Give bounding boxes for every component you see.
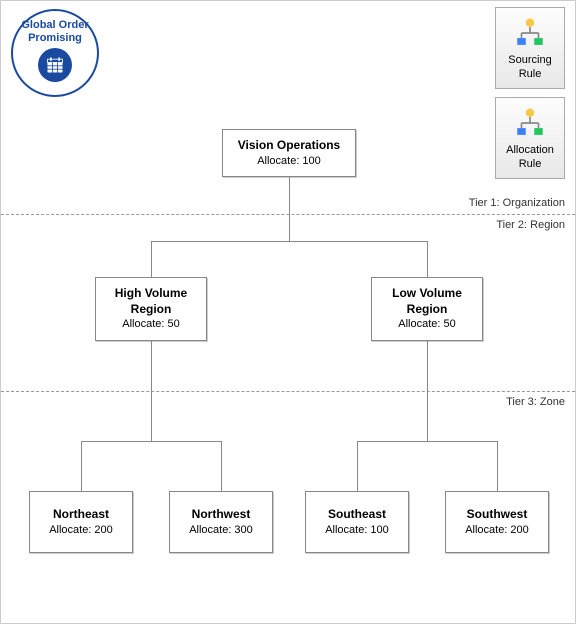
allocation-rule-button[interactable]: Allocation Rule — [495, 97, 565, 179]
node-northeast: Northeast Allocate: 200 — [29, 491, 133, 553]
connector — [151, 241, 427, 242]
sourcing-rule-button[interactable]: Sourcing Rule — [495, 7, 565, 89]
node-high-volume-region: High Volume Region Allocate: 50 — [95, 277, 207, 341]
connector — [427, 241, 428, 277]
connector — [151, 241, 152, 277]
connector — [427, 341, 428, 441]
node-northwest: Northwest Allocate: 300 — [169, 491, 273, 553]
tier-2-label: Tier 2: Region — [496, 219, 565, 231]
node-vision-operations: Vision Operations Allocate: 100 — [222, 129, 356, 177]
connector — [151, 341, 152, 441]
node-alloc: Allocate: 100 — [325, 523, 389, 537]
node-southwest: Southwest Allocate: 200 — [445, 491, 549, 553]
node-low-volume-region: Low Volume Region Allocate: 50 — [371, 277, 483, 341]
node-alloc: Allocate: 200 — [465, 523, 529, 537]
node-alloc: Allocate: 50 — [398, 317, 455, 331]
calendar-icon — [38, 48, 72, 82]
connector — [497, 441, 498, 491]
node-alloc: Allocate: 200 — [49, 523, 113, 537]
tier-3-label: Tier 3: Zone — [506, 396, 565, 408]
tier-1-label: Tier 1: Organization — [469, 197, 565, 209]
global-order-promising-badge: Global Order Promising — [11, 9, 99, 97]
tier-divider-2 — [1, 391, 575, 392]
allocation-rule-line2: Rule — [519, 158, 542, 170]
sourcing-rule-line1: Sourcing — [508, 54, 551, 66]
connector — [357, 441, 497, 442]
node-alloc: Allocate: 300 — [189, 523, 253, 537]
badge-line2: Promising — [28, 32, 82, 45]
sourcing-rule-line2: Rule — [519, 68, 542, 80]
node-alloc: Allocate: 100 — [257, 154, 321, 168]
node-title: Southeast — [328, 507, 386, 523]
connector — [81, 441, 82, 491]
hierarchy-icon — [513, 16, 547, 50]
tier-divider-1 — [1, 214, 575, 215]
node-alloc: Allocate: 50 — [122, 317, 179, 331]
node-title-line1: Low Volume — [392, 286, 462, 302]
node-title: Southwest — [467, 507, 528, 523]
connector — [289, 177, 290, 241]
node-title: Northwest — [192, 507, 251, 523]
connector — [81, 441, 221, 442]
node-title-line2: Region — [407, 302, 448, 318]
connector — [357, 441, 358, 491]
badge-line1: Global Order — [21, 19, 88, 32]
node-title-line2: Region — [131, 302, 172, 318]
node-title: Vision Operations — [238, 138, 340, 154]
node-title: Northeast — [53, 507, 109, 523]
allocation-rule-line1: Allocation — [506, 144, 554, 156]
node-title-line1: High Volume — [115, 286, 187, 302]
connector — [221, 441, 222, 491]
hierarchy-icon — [513, 106, 547, 140]
node-southeast: Southeast Allocate: 100 — [305, 491, 409, 553]
